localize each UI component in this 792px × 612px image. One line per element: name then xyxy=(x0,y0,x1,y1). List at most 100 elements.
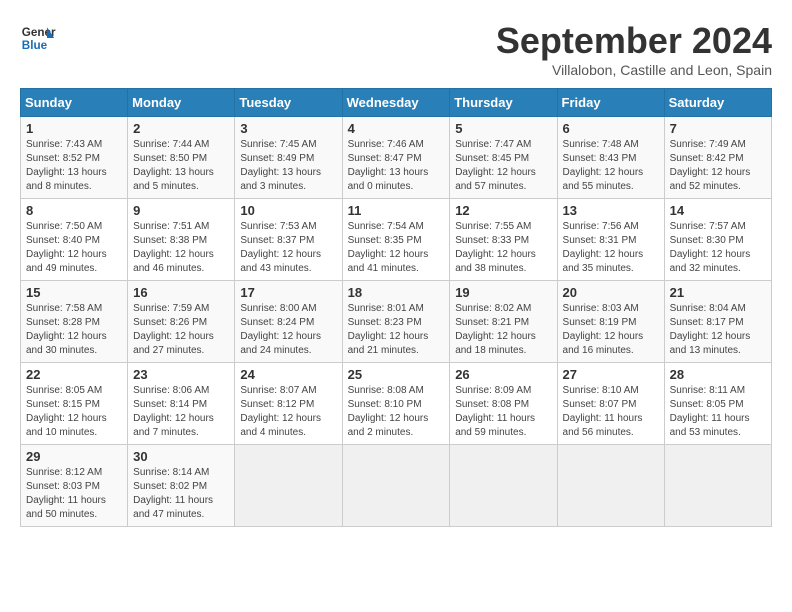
day-info: Sunrise: 7:55 AMSunset: 8:33 PMDaylight:… xyxy=(455,220,551,276)
day-of-week-monday: Monday xyxy=(128,89,235,117)
day-number: 6 xyxy=(563,121,659,136)
day-number: 27 xyxy=(563,367,659,382)
calendar-cell: 19 Sunrise: 8:02 AMSunset: 8:21 PMDayligh… xyxy=(450,281,557,363)
day-info: Sunrise: 7:43 AMSunset: 8:52 PMDaylight:… xyxy=(26,138,122,194)
day-number: 10 xyxy=(240,203,336,218)
calendar-cell: 20Sunrise: 8:03 AMSunset: 8:19 PMDayligh… xyxy=(557,281,664,363)
calendar-cell: 9Sunrise: 7:51 AMSunset: 8:38 PMDaylight… xyxy=(128,199,235,281)
title-area: September 2024 Villalobon, Castille and … xyxy=(496,20,772,78)
day-info: Sunrise: 8:08 AMSunset: 8:10 PMDaylight:… xyxy=(348,384,445,440)
day-number: 3 xyxy=(240,121,336,136)
calendar-cell: 12 Sunrise: 7:55 AMSunset: 8:33 PMDayligh… xyxy=(450,199,557,281)
day-info: Sunrise: 7:58 AMSunset: 8:28 PMDaylight:… xyxy=(26,302,122,358)
location: Villalobon, Castille and Leon, Spain xyxy=(496,62,772,78)
calendar-cell xyxy=(664,445,771,527)
day-of-week-tuesday: Tuesday xyxy=(235,89,342,117)
day-info: Sunrise: 8:04 AMSunset: 8:17 PMDaylight:… xyxy=(670,302,766,358)
day-number: 5 xyxy=(455,121,551,136)
calendar-cell: 10 Sunrise: 7:53 AMSunset: 8:37 PMDayligh… xyxy=(235,199,342,281)
calendar-cell: 18Sunrise: 8:01 AMSunset: 8:23 PMDayligh… xyxy=(342,281,450,363)
day-of-week-wednesday: Wednesday xyxy=(342,89,450,117)
day-info: Sunrise: 8:11 AMSunset: 8:05 PMDaylight:… xyxy=(670,384,766,440)
day-number: 7 xyxy=(670,121,766,136)
logo: General Blue xyxy=(20,20,56,56)
day-of-week-sunday: Sunday xyxy=(21,89,128,117)
day-info: Sunrise: 7:48 AMSunset: 8:43 PMDaylight:… xyxy=(563,138,659,194)
day-info: Sunrise: 8:06 AMSunset: 8:14 PMDaylight:… xyxy=(133,384,229,440)
calendar-cell: 15Sunrise: 7:58 AMSunset: 8:28 PMDayligh… xyxy=(21,281,128,363)
day-info: Sunrise: 7:45 AMSunset: 8:49 PMDaylight:… xyxy=(240,138,336,194)
calendar-cell: 1 Sunrise: 7:43 AMSunset: 8:52 PMDaylight… xyxy=(21,117,128,199)
logo-icon: General Blue xyxy=(20,20,56,56)
calendar-cell: 11 Sunrise: 7:54 AMSunset: 8:35 PMDayligh… xyxy=(342,199,450,281)
day-info: Sunrise: 8:10 AMSunset: 8:07 PMDaylight:… xyxy=(563,384,659,440)
day-number: 20 xyxy=(563,285,659,300)
day-info: Sunrise: 7:57 AMSunset: 8:30 PMDaylight:… xyxy=(670,220,766,276)
calendar-week-2: 8Sunrise: 7:50 AMSunset: 8:40 PMDaylight… xyxy=(21,199,772,281)
day-number: 12 xyxy=(455,203,551,218)
day-info: Sunrise: 7:49 AMSunset: 8:42 PMDaylight:… xyxy=(670,138,766,194)
day-info: Sunrise: 7:53 AMSunset: 8:37 PMDaylight:… xyxy=(240,220,336,276)
day-number: 30 xyxy=(133,449,229,464)
day-number: 16 xyxy=(133,285,229,300)
day-number: 14 xyxy=(670,203,766,218)
day-number: 28 xyxy=(670,367,766,382)
calendar-cell xyxy=(235,445,342,527)
calendar-cell: 21Sunrise: 8:04 AMSunset: 8:17 PMDayligh… xyxy=(664,281,771,363)
calendar-week-5: 29 Sunrise: 8:12 AMSunset: 8:03 PMDayligh… xyxy=(21,445,772,527)
calendar-cell: 4Sunrise: 7:46 AMSunset: 8:47 PMDaylight… xyxy=(342,117,450,199)
day-number: 13 xyxy=(563,203,659,218)
day-of-week-saturday: Saturday xyxy=(664,89,771,117)
calendar-cell xyxy=(557,445,664,527)
calendar-cell: 29 Sunrise: 8:12 AMSunset: 8:03 PMDayligh… xyxy=(21,445,128,527)
day-info: Sunrise: 7:47 AMSunset: 8:45 PMDaylight:… xyxy=(455,138,551,194)
day-number: 17 xyxy=(240,285,336,300)
day-info: Sunrise: 7:51 AMSunset: 8:38 PMDaylight:… xyxy=(133,220,229,276)
calendar-cell: 23 Sunrise: 8:06 AMSunset: 8:14 PMDayligh… xyxy=(128,363,235,445)
calendar-header: SundayMondayTuesdayWednesdayThursdayFrid… xyxy=(21,89,772,117)
calendar-week-3: 15Sunrise: 7:58 AMSunset: 8:28 PMDayligh… xyxy=(21,281,772,363)
calendar-cell: 6 Sunrise: 7:48 AMSunset: 8:43 PMDaylight… xyxy=(557,117,664,199)
day-info: Sunrise: 7:44 AMSunset: 8:50 PMDaylight:… xyxy=(133,138,229,194)
day-number: 25 xyxy=(348,367,445,382)
calendar-cell: 28 Sunrise: 8:11 AMSunset: 8:05 PMDayligh… xyxy=(664,363,771,445)
calendar-cell: 5 Sunrise: 7:47 AMSunset: 8:45 PMDaylight… xyxy=(450,117,557,199)
calendar-cell: 25 Sunrise: 8:08 AMSunset: 8:10 PMDayligh… xyxy=(342,363,450,445)
calendar-week-4: 22 Sunrise: 8:05 AMSunset: 8:15 PMDayligh… xyxy=(21,363,772,445)
day-number: 23 xyxy=(133,367,229,382)
day-number: 29 xyxy=(26,449,122,464)
calendar-cell: 16 Sunrise: 7:59 AMSunset: 8:26 PMDayligh… xyxy=(128,281,235,363)
day-info: Sunrise: 7:46 AMSunset: 8:47 PMDaylight:… xyxy=(348,138,445,194)
calendar-cell: 26Sunrise: 8:09 AMSunset: 8:08 PMDayligh… xyxy=(450,363,557,445)
day-info: Sunrise: 7:56 AMSunset: 8:31 PMDaylight:… xyxy=(563,220,659,276)
calendar-cell: 3 Sunrise: 7:45 AMSunset: 8:49 PMDaylight… xyxy=(235,117,342,199)
header: General Blue September 2024 Villalobon, … xyxy=(20,20,772,78)
svg-text:Blue: Blue xyxy=(22,39,48,52)
day-number: 22 xyxy=(26,367,122,382)
calendar-cell: 7 Sunrise: 7:49 AMSunset: 8:42 PMDaylight… xyxy=(664,117,771,199)
day-number: 11 xyxy=(348,203,445,218)
day-info: Sunrise: 7:54 AMSunset: 8:35 PMDaylight:… xyxy=(348,220,445,276)
day-info: Sunrise: 8:05 AMSunset: 8:15 PMDaylight:… xyxy=(26,384,122,440)
day-info: Sunrise: 7:59 AMSunset: 8:26 PMDaylight:… xyxy=(133,302,229,358)
calendar-cell: 8Sunrise: 7:50 AMSunset: 8:40 PMDaylight… xyxy=(21,199,128,281)
calendar-cell: 2 Sunrise: 7:44 AMSunset: 8:50 PMDaylight… xyxy=(128,117,235,199)
day-number: 8 xyxy=(26,203,122,218)
day-info: Sunrise: 8:00 AMSunset: 8:24 PMDaylight:… xyxy=(240,302,336,358)
calendar-body: 1 Sunrise: 7:43 AMSunset: 8:52 PMDaylight… xyxy=(21,117,772,527)
day-info: Sunrise: 8:12 AMSunset: 8:03 PMDaylight:… xyxy=(26,466,122,522)
calendar: SundayMondayTuesdayWednesdayThursdayFrid… xyxy=(20,88,772,527)
day-number: 2 xyxy=(133,121,229,136)
calendar-cell: 22 Sunrise: 8:05 AMSunset: 8:15 PMDayligh… xyxy=(21,363,128,445)
day-info: Sunrise: 8:02 AMSunset: 8:21 PMDaylight:… xyxy=(455,302,551,358)
calendar-cell xyxy=(450,445,557,527)
calendar-week-1: 1 Sunrise: 7:43 AMSunset: 8:52 PMDaylight… xyxy=(21,117,772,199)
calendar-cell: 13 Sunrise: 7:56 AMSunset: 8:31 PMDayligh… xyxy=(557,199,664,281)
calendar-cell: 27 Sunrise: 8:10 AMSunset: 8:07 PMDayligh… xyxy=(557,363,664,445)
calendar-cell: 14 Sunrise: 7:57 AMSunset: 8:30 PMDayligh… xyxy=(664,199,771,281)
calendar-cell: 30Sunrise: 8:14 AMSunset: 8:02 PMDayligh… xyxy=(128,445,235,527)
day-number: 24 xyxy=(240,367,336,382)
day-number: 1 xyxy=(26,121,122,136)
day-info: Sunrise: 8:09 AMSunset: 8:08 PMDaylight:… xyxy=(455,384,551,440)
day-number: 19 xyxy=(455,285,551,300)
